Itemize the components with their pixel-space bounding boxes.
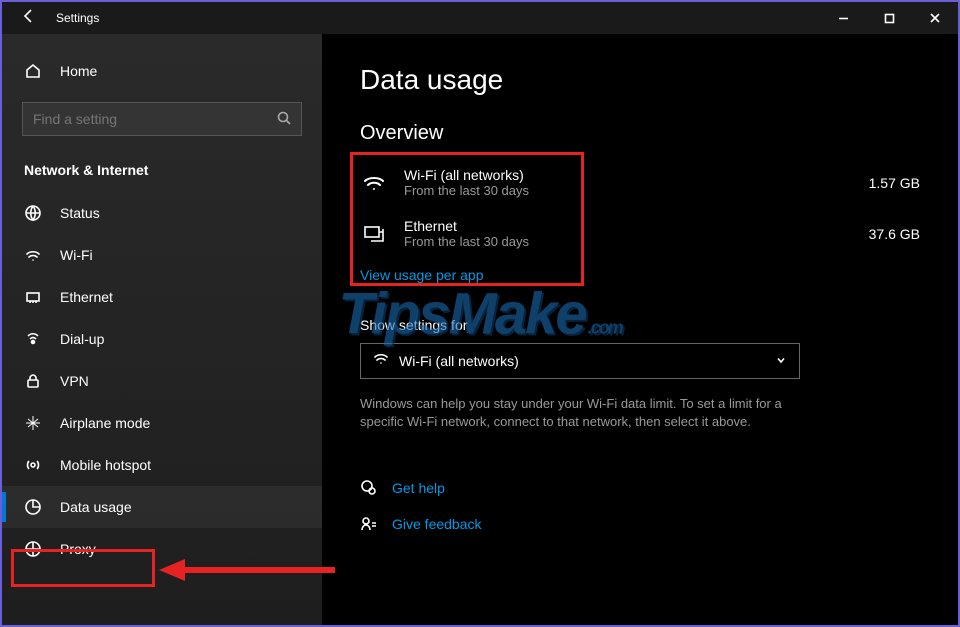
get-help-link[interactable]: Get help [392,480,445,496]
sidebar-item-data-usage[interactable]: Data usage [2,486,322,528]
sidebar-nav: Status Wi-Fi Ethernet Dial-up VPN [2,192,322,570]
dialup-icon [24,330,42,348]
minimize-button[interactable] [820,2,866,34]
feedback-link[interactable]: Give feedback [392,516,482,532]
sidebar-item-status[interactable]: Status [2,192,322,234]
sidebar-item-vpn[interactable]: VPN [2,360,322,402]
sidebar-item-label: Data usage [60,499,132,515]
home-icon [24,62,42,80]
vpn-icon [24,372,42,390]
help-text: Windows can help you stay under your Wi-… [360,395,820,431]
get-help-row[interactable]: Get help [360,479,920,497]
settings-window: Settings Home [2,2,958,625]
usage-row-ethernet[interactable]: Ethernet From the last 30 days 37.6 GB [360,208,920,259]
overview-header: Overview [360,122,920,145]
usage-name: Wi-Fi (all networks) [404,167,849,183]
close-button[interactable] [912,2,958,34]
dropdown-value: Wi-Fi (all networks) [399,353,775,369]
usage-sub: From the last 30 days [404,234,849,249]
sidebar-item-label: Ethernet [60,289,113,305]
page-title: Data usage [360,64,920,96]
search-icon [277,111,291,128]
sidebar-item-wifi[interactable]: Wi-Fi [2,234,322,276]
window-title: Settings [56,11,99,25]
support-section: Get help Give feedback [360,479,920,533]
feedback-icon [360,515,378,533]
sidebar: Home Network & Internet Status Wi-Fi [2,34,322,625]
usage-row-wifi[interactable]: Wi-Fi (all networks) From the last 30 da… [360,157,920,208]
sidebar-item-dialup[interactable]: Dial-up [2,318,322,360]
proxy-icon [24,540,42,558]
feedback-row[interactable]: Give feedback [360,515,920,533]
sidebar-item-label: Proxy [60,541,96,557]
usage-sub: From the last 30 days [404,183,849,198]
sidebar-item-label: Mobile hotspot [60,457,151,473]
sidebar-item-label: Status [60,205,100,221]
sidebar-item-airplane[interactable]: Airplane mode [2,402,322,444]
back-button[interactable] [20,7,38,30]
sidebar-item-label: Airplane mode [60,415,150,431]
search-box[interactable] [22,102,302,136]
help-icon [360,479,378,497]
sidebar-home[interactable]: Home [2,52,322,90]
dropdown-label: Show settings for [360,317,920,333]
sidebar-section-header: Network & Internet [2,154,322,192]
usage-amount: 37.6 GB [869,226,920,242]
data-usage-icon [24,498,42,516]
titlebar: Settings [2,2,958,34]
hotspot-icon [24,456,42,474]
sidebar-item-label: Wi-Fi [60,247,93,263]
chevron-down-icon [775,354,787,369]
search-input[interactable] [33,111,277,127]
ethernet-icon [360,220,388,248]
sidebar-item-label: VPN [60,373,89,389]
wifi-icon [373,351,389,372]
maximize-button[interactable] [866,2,912,34]
globe-icon [24,204,42,222]
sidebar-item-ethernet[interactable]: Ethernet [2,276,322,318]
ethernet-icon [24,288,42,306]
airplane-icon [24,414,42,432]
usage-name: Ethernet [404,218,849,234]
main-panel: Data usage Overview Wi-Fi (all networks)… [322,34,958,625]
view-usage-link[interactable]: View usage per app [360,267,484,283]
usage-amount: 1.57 GB [869,175,920,191]
sidebar-item-label: Dial-up [60,331,104,347]
network-dropdown[interactable]: Wi-Fi (all networks) [360,343,800,379]
sidebar-item-hotspot[interactable]: Mobile hotspot [2,444,322,486]
wifi-icon [360,169,388,197]
home-label: Home [60,63,97,79]
overview-section: Wi-Fi (all networks) From the last 30 da… [360,157,920,285]
sidebar-item-proxy[interactable]: Proxy [2,528,322,570]
wifi-icon [24,246,42,264]
